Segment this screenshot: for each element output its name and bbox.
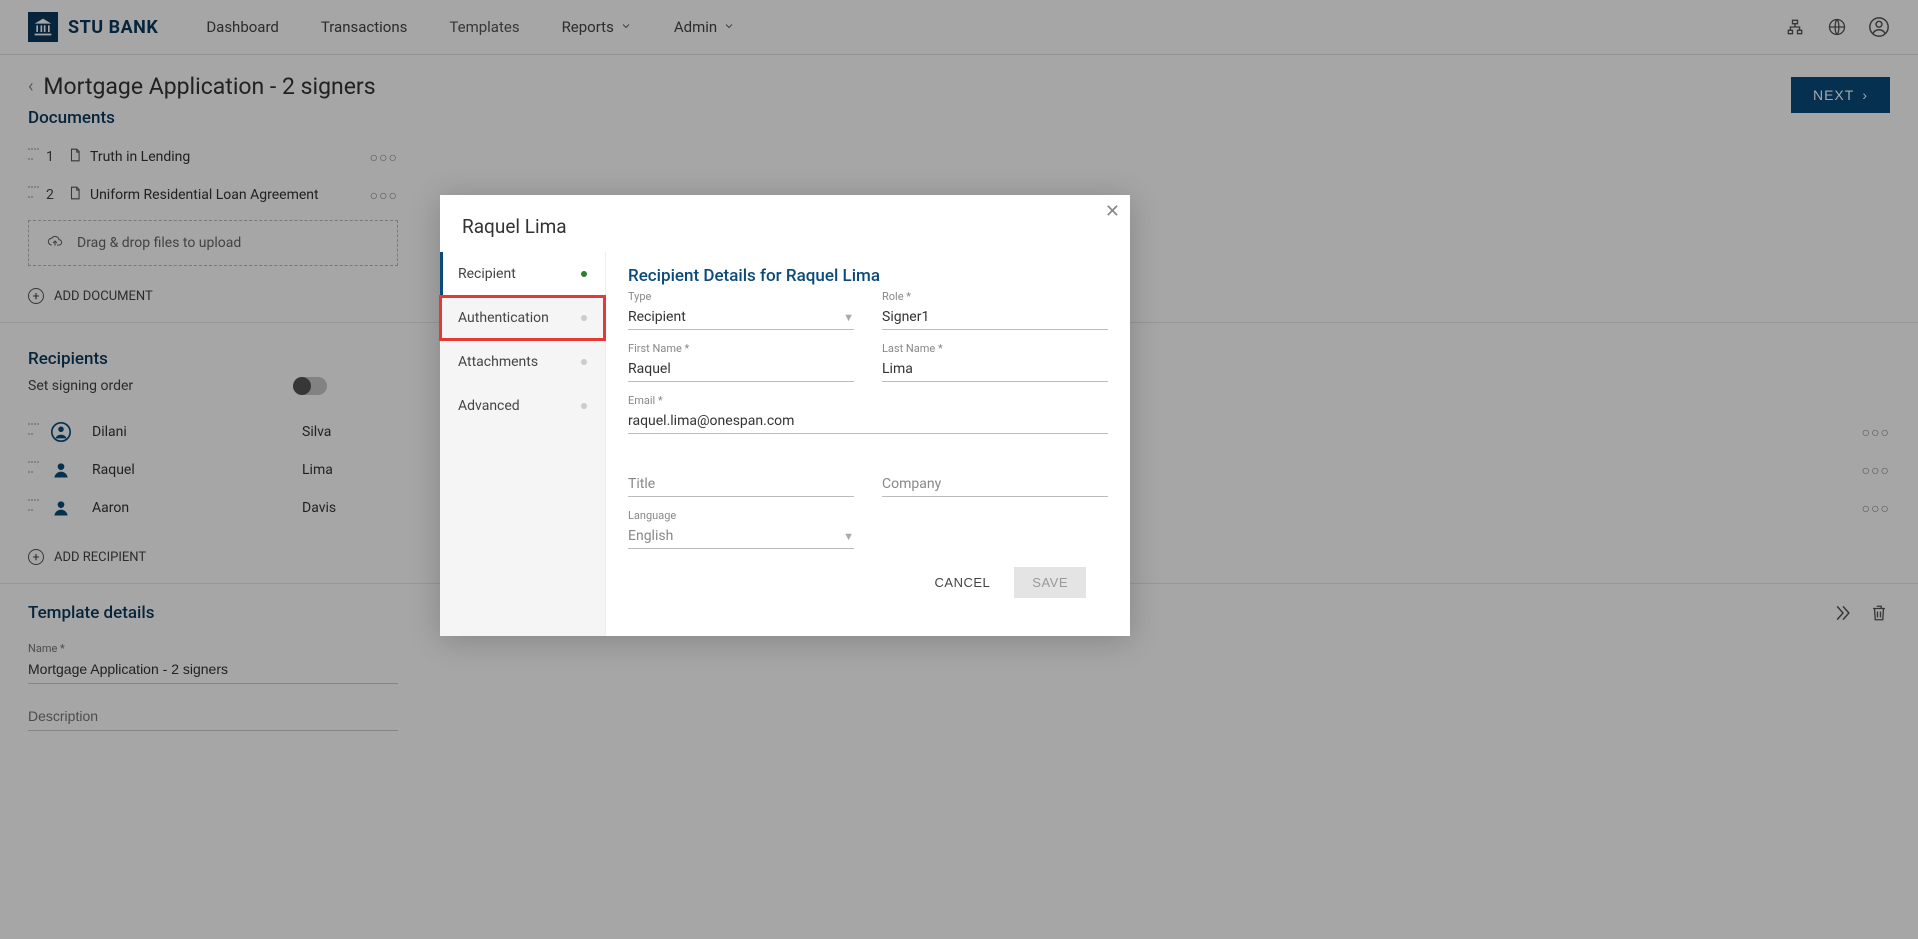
role-field[interactable]: Role * Signer1 (882, 290, 1108, 330)
company-field[interactable]: Company (882, 472, 1108, 497)
field-value: Signer1 (882, 309, 929, 325)
field-value: Raquel (628, 361, 671, 377)
field-value: raquel.lima@onespan.com (628, 413, 794, 429)
tab-advanced[interactable]: Advanced (440, 384, 605, 428)
tab-recipient[interactable]: Recipient (440, 252, 605, 296)
status-dot-icon (581, 315, 587, 321)
tab-label: Recipient (458, 266, 516, 282)
last-name-field[interactable]: Last Name * Lima (882, 342, 1108, 382)
dropdown-caret-icon: ▼ (843, 530, 854, 543)
email-field[interactable]: Email * raquel.lima@onespan.com (628, 394, 1108, 434)
tab-label: Attachments (458, 354, 538, 370)
tab-label: Advanced (458, 398, 520, 414)
dropdown-caret-icon: ▼ (843, 311, 854, 324)
field-value: Recipient (628, 309, 686, 325)
field-placeholder: Title (628, 476, 655, 492)
modal-form: Recipient Details for Raquel Lima Type R… (606, 252, 1130, 636)
language-field[interactable]: Language English ▼ (628, 509, 854, 549)
tab-authentication[interactable]: Authentication (440, 296, 605, 340)
status-dot-icon (581, 271, 587, 277)
field-label: Type (628, 290, 854, 303)
tab-attachments[interactable]: Attachments (440, 340, 605, 384)
recipient-modal: ✕ Raquel Lima Recipient Authentication A… (440, 195, 1130, 636)
form-heading: Recipient Details for Raquel Lima (628, 266, 1108, 286)
field-value: Lima (882, 361, 913, 377)
status-dot-icon (581, 403, 587, 409)
save-button[interactable]: SAVE (1014, 567, 1086, 598)
type-field[interactable]: Type Recipient ▼ (628, 290, 854, 330)
tab-label: Authentication (458, 310, 549, 326)
field-label: First Name * (628, 342, 854, 355)
field-label: Email * (628, 394, 1108, 407)
first-name-field[interactable]: First Name * Raquel (628, 342, 854, 382)
close-icon[interactable]: ✕ (1105, 201, 1120, 222)
field-label: Last Name * (882, 342, 1108, 355)
field-label: Language (628, 509, 854, 522)
modal-side-tabs: Recipient Authentication Attachments Adv… (440, 252, 606, 636)
field-value: English (628, 528, 673, 544)
title-field[interactable]: Title (628, 472, 854, 497)
field-label: Role * (882, 290, 1108, 303)
status-dot-icon (581, 359, 587, 365)
modal-title: Raquel Lima (440, 195, 1130, 252)
cancel-button[interactable]: CANCEL (925, 567, 1001, 598)
field-placeholder: Company (882, 476, 941, 492)
